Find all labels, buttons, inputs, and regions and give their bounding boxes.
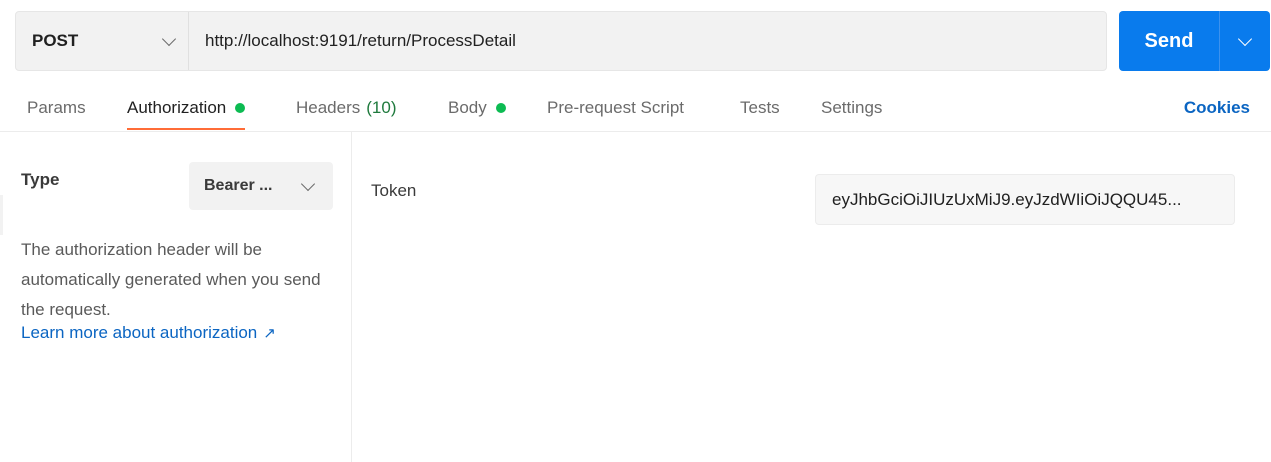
token-label: Token — [371, 181, 417, 200]
send-group: Send — [1119, 11, 1270, 71]
auth-type-panel: Type Bearer ... The authorization header… — [0, 132, 352, 462]
learn-more-link[interactable]: Learn more about authorization ↗ — [21, 323, 276, 343]
send-button[interactable]: Send — [1119, 11, 1220, 71]
sidebar-edge — [0, 195, 3, 235]
tab-settings[interactable]: Settings — [821, 84, 882, 131]
auth-type-select[interactable]: Bearer ... — [189, 162, 333, 210]
request-bar: POST — [15, 11, 1107, 71]
chevron-down-icon — [161, 31, 177, 46]
url-input[interactable] — [189, 12, 1106, 70]
chevron-down-icon — [1237, 31, 1253, 46]
tab-label: Tests — [740, 97, 780, 117]
request-tabs: Params Authorization Headers (10) Body P… — [0, 84, 1271, 132]
tab-label: Headers — [296, 97, 361, 117]
auth-description: The authorization header will be automat… — [21, 240, 321, 319]
send-options-button[interactable] — [1220, 11, 1270, 71]
status-dot-icon — [235, 102, 246, 113]
tab-headers[interactable]: Headers (10) — [296, 84, 397, 131]
tab-body[interactable]: Body — [448, 84, 506, 131]
headers-count: (10) — [366, 97, 397, 117]
tab-label: Body — [448, 97, 487, 117]
tab-authorization[interactable]: Authorization — [127, 84, 246, 131]
tab-label: Settings — [821, 97, 883, 117]
method-label: POST — [32, 31, 79, 50]
tab-label: Authorization — [127, 97, 227, 117]
learn-more-label: Learn more about authorization — [21, 323, 258, 342]
tab-label: Params — [27, 97, 86, 117]
tab-tests[interactable]: Tests — [740, 84, 780, 131]
cookies-link[interactable]: Cookies — [1184, 84, 1250, 131]
tab-params[interactable]: Params — [27, 84, 86, 131]
external-link-icon: ↗ — [263, 325, 276, 342]
tab-label: Pre-request Script — [547, 97, 684, 117]
auth-type-value: Bearer ... — [204, 177, 273, 194]
token-input[interactable]: eyJhbGciOiJIUzUxMiJ9.eyJzdWIiOiJQQU45... — [815, 174, 1235, 225]
chevron-down-icon — [300, 176, 316, 191]
method-select[interactable]: POST — [16, 12, 189, 70]
token-value: eyJhbGciOiJIUzUxMiJ9.eyJzdWIiOiJQQU45... — [832, 189, 1182, 209]
auth-type-label: Type — [21, 170, 60, 189]
tab-pre-request-script[interactable]: Pre-request Script — [547, 84, 684, 131]
status-dot-icon — [495, 102, 506, 113]
